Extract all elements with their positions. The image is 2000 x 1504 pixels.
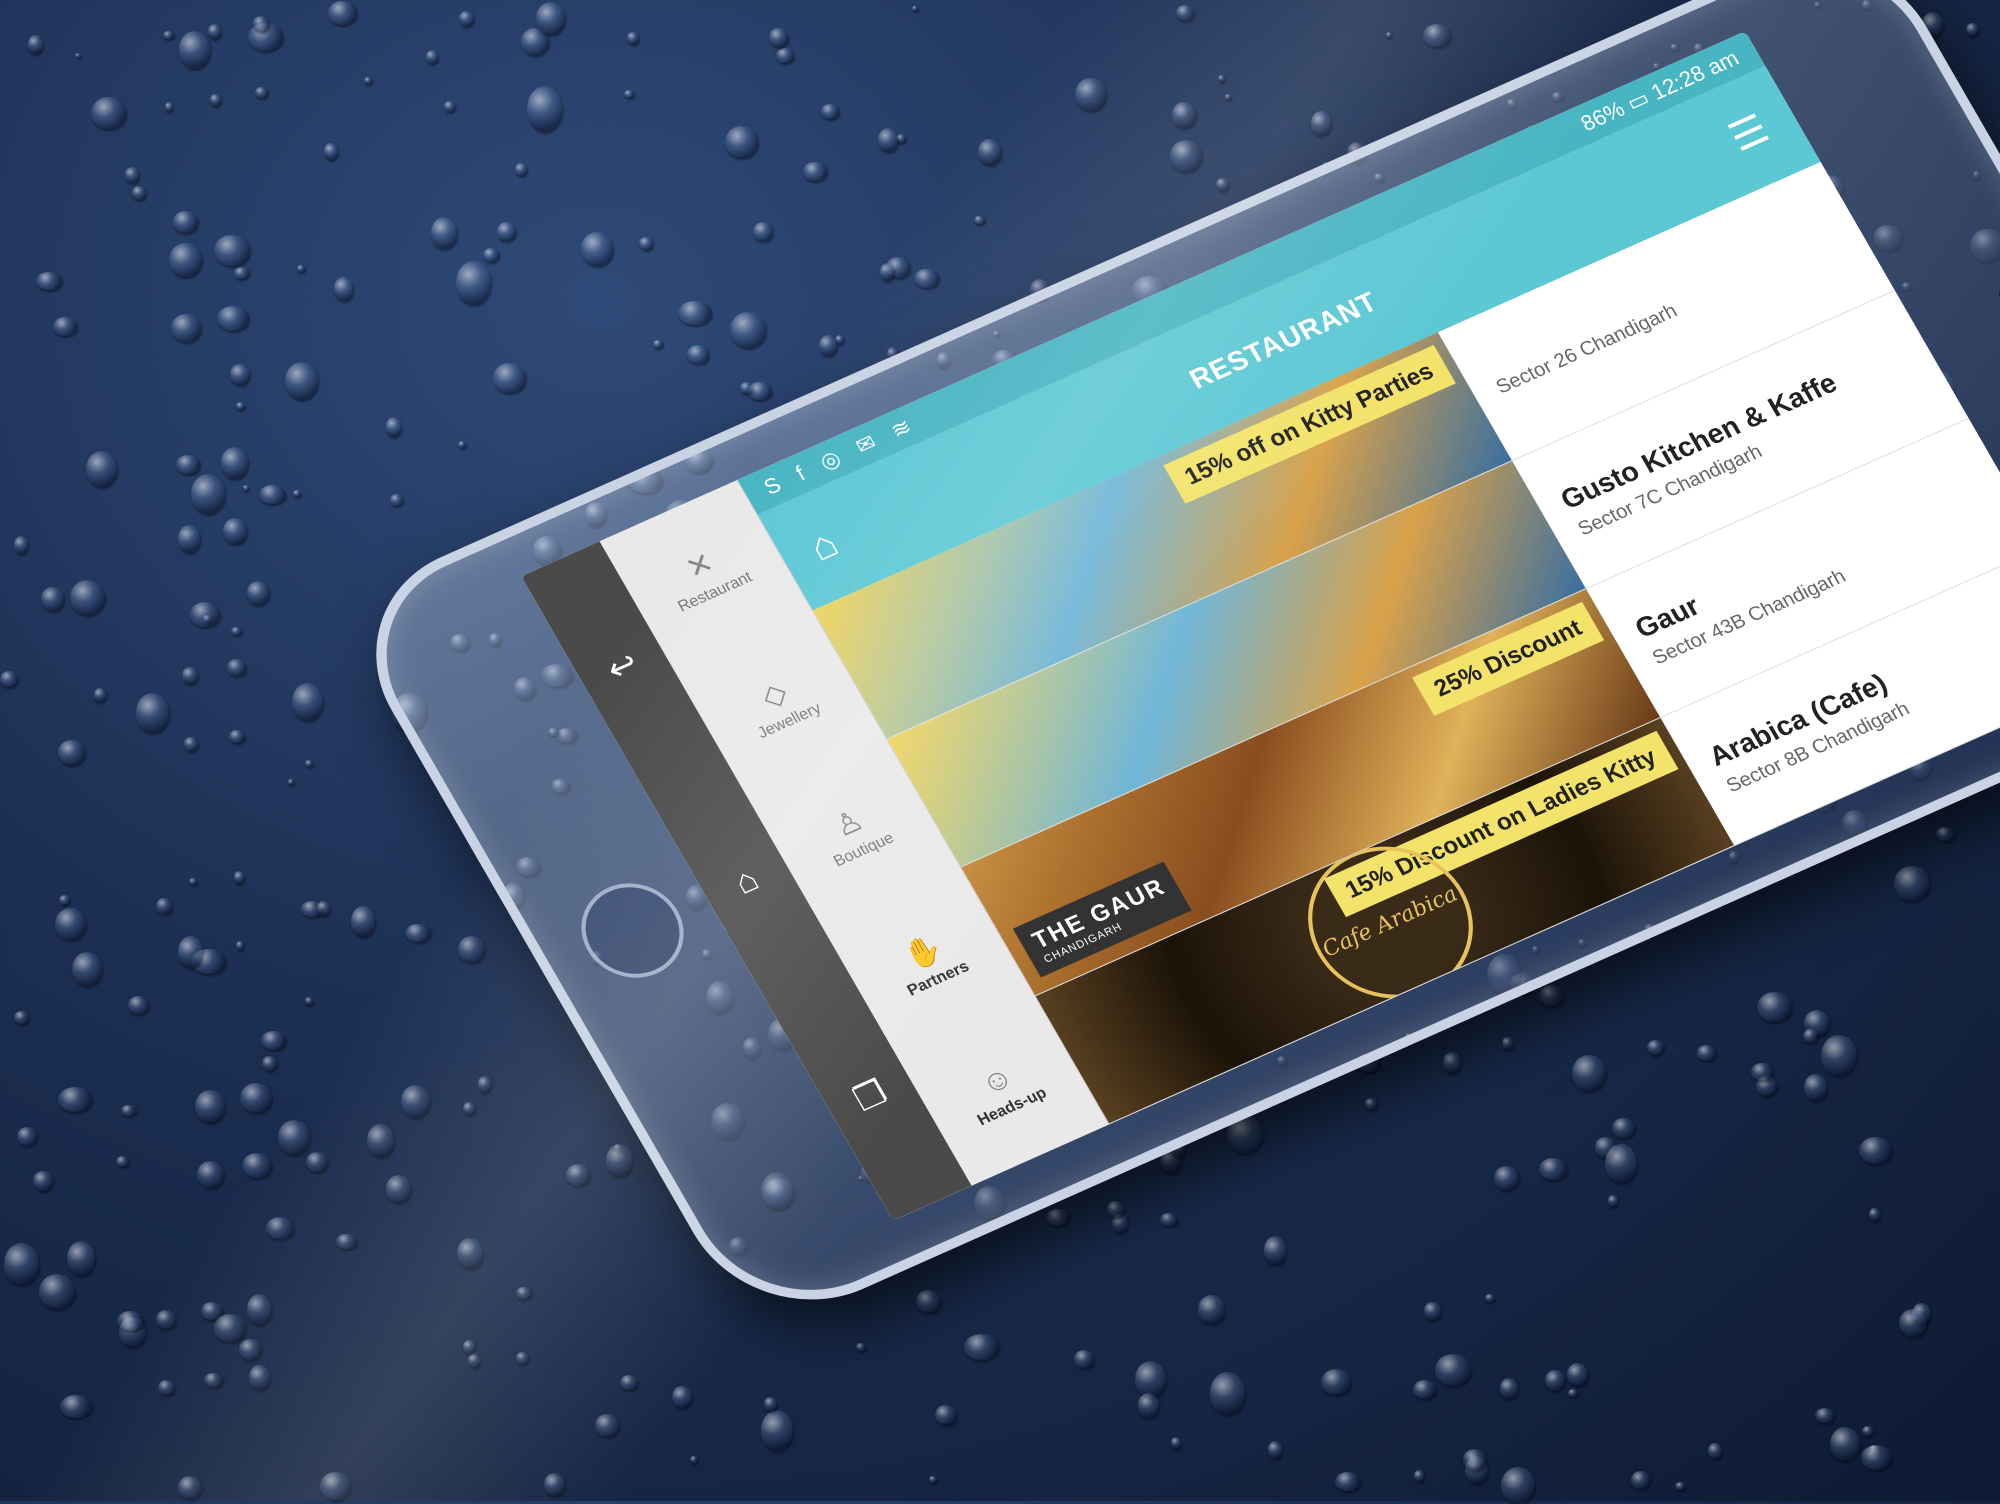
phone-speaker [1996,286,2000,370]
app-screen: ↩ ⌂ ❐ ✕ Restaurant ◇ Jewellery ♙ Boutiqu… [521,31,2000,1221]
hamburger-menu-icon[interactable]: ☰ [1721,106,1777,161]
home-nav-icon[interactable]: ⌂ [727,860,765,902]
logo-text: Cafe Arabica [1318,882,1463,963]
dress-icon: ♙ [828,803,870,844]
facebook-icon: f [791,461,810,486]
phone-home-button[interactable] [563,867,702,994]
tab-restaurant[interactable]: ✕ Restaurant [655,535,755,616]
email-icon: ✉ [851,429,881,459]
tab-heads-up[interactable]: ☺ Heads-up [956,1052,1051,1130]
home-icon[interactable]: ⌂ [801,521,846,570]
tab-jewellery[interactable]: ◇ Jewellery [735,666,825,743]
diamond-icon: ◇ [755,675,794,714]
back-icon[interactable]: ↩ [599,643,645,689]
whatsapp-icon: ◎ [815,445,846,475]
phone-mockup: ↩ ⌂ ❐ ✕ Restaurant ◇ Jewellery ♙ Boutiqu… [0,0,2000,1501]
wifi-icon: ≋ [886,413,916,444]
tab-boutique[interactable]: ♙ Boutique [811,796,897,871]
tab-partners[interactable]: ✋ Partners [885,924,973,1000]
clock-ampm: am [1702,45,1744,80]
recents-icon[interactable]: ❐ [846,1072,894,1119]
fork-knife-icon: ✕ [680,546,720,586]
skype-icon: S [759,471,786,500]
phone-body: ↩ ⌂ ❐ ✕ Restaurant ◇ Jewellery ♙ Boutiqu… [331,0,2000,1338]
